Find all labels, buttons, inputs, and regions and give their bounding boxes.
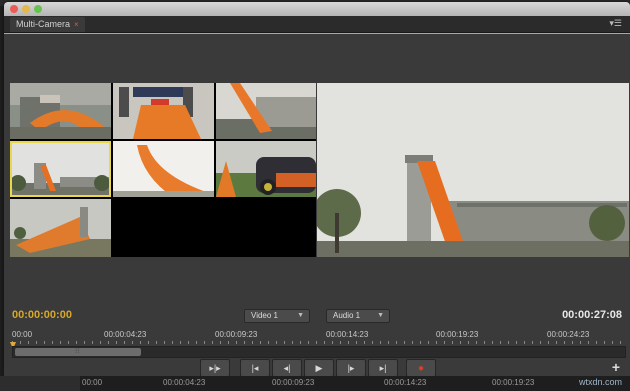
title-bar	[4, 2, 630, 16]
video-track-select[interactable]: Video 1 ▼	[244, 309, 310, 323]
camera-5-thumbnail[interactable]	[113, 141, 214, 197]
go-to-out-button[interactable]: ▸|	[368, 359, 398, 376]
ruler-ticks	[12, 341, 622, 344]
camera-5-image	[113, 141, 214, 197]
multi-camera-panel: 00:00:00:00 00:00:27:08 Video 1 ▼ Audio …	[4, 33, 630, 376]
zoom-scrollbar[interactable]: ⁝⁝	[12, 346, 626, 358]
trim-icon: ▸|▸	[209, 363, 221, 373]
timeline-tick: 00:00:19:23	[492, 378, 535, 387]
ruler-tick: 00:00:24:23	[547, 330, 590, 339]
tab-multi-camera[interactable]: Multi-Camera ×	[10, 17, 85, 32]
camera-2-thumbnail[interactable]	[113, 83, 214, 139]
grip-icon: ⁝⁝	[75, 348, 80, 355]
go-to-out-icon: ▸|	[379, 363, 387, 373]
audio-track-value: Audio 1	[333, 311, 361, 320]
record-button[interactable]: ●	[406, 359, 436, 376]
step-forward-icon: |▸	[347, 363, 355, 373]
current-timecode[interactable]: 00:00:00:00	[12, 309, 72, 321]
record-icon: ●	[417, 363, 425, 374]
camera-3-image	[216, 83, 316, 139]
play-button[interactable]: ▶	[304, 359, 334, 376]
camera-8-thumbnail[interactable]	[113, 199, 316, 257]
duration-timecode: 00:00:27:08	[562, 309, 622, 321]
timeline-tick: 00:00	[82, 378, 103, 387]
chevron-down-icon: ▼	[377, 312, 384, 319]
video-track-value: Video 1	[251, 311, 278, 320]
add-button[interactable]: +	[612, 359, 620, 375]
camera-6-image	[216, 141, 316, 197]
maximize-window-icon[interactable]	[34, 5, 42, 13]
camera-3-thumbnail[interactable]	[216, 83, 316, 139]
camera-1-image	[10, 83, 111, 139]
panel-menu-icon[interactable]: ▾☰	[609, 18, 622, 29]
camera-2-image	[113, 83, 214, 139]
tab-label: Multi-Camera	[16, 19, 71, 29]
minimize-window-icon[interactable]	[22, 5, 30, 13]
close-window-icon[interactable]	[10, 5, 18, 13]
ruler-tick: 00:00	[12, 330, 33, 339]
time-ruler[interactable]: 00:00 00:00:04:23 00:00:09:23 00:00:14:2…	[12, 330, 622, 344]
step-forward-button[interactable]: |▸	[336, 359, 366, 376]
camera-6-thumbnail[interactable]	[216, 141, 316, 197]
step-back-icon: ◂|	[283, 363, 291, 373]
timeline-tick: 00:00:09:23	[272, 378, 315, 387]
ruler-tick: 00:00:04:23	[104, 330, 147, 339]
multi-camera-window: Multi-Camera × ▾☰ 00:00:00:00 00:00:27:0…	[4, 2, 630, 376]
ruler-tick: 00:00:09:23	[215, 330, 258, 339]
camera-4-image	[10, 141, 111, 197]
camera-1-thumbnail[interactable]	[10, 83, 111, 139]
ruler-tick: 00:00:19:23	[436, 330, 479, 339]
ruler-tick: 00:00:14:23	[326, 330, 369, 339]
camera-7-thumbnail[interactable]	[10, 199, 111, 257]
program-image	[317, 83, 629, 257]
panel-tab-bar: Multi-Camera × ▾☰	[4, 16, 630, 33]
timeline-tick: 00:00:14:23	[384, 378, 427, 387]
camera-7-image	[10, 199, 111, 257]
go-to-in-icon: |◂	[251, 363, 259, 373]
trim-button[interactable]: ▸|▸	[200, 359, 230, 376]
timeline-tick: 00:00:04:23	[163, 378, 206, 387]
camera-grid	[10, 83, 316, 257]
watermark-text: wtxdn.com	[578, 377, 622, 387]
camera-4-thumbnail[interactable]	[10, 141, 111, 197]
sequence-timeline-strip: 00:00 00:00:04:23 00:00:09:23 00:00:14:2…	[0, 376, 630, 391]
audio-track-select[interactable]: Audio 1 ▼	[326, 309, 390, 323]
play-icon: ▶	[315, 363, 323, 373]
timeline-header	[0, 376, 80, 391]
program-monitor[interactable]	[317, 83, 629, 257]
tab-close-icon[interactable]: ×	[74, 20, 79, 29]
chevron-down-icon: ▼	[297, 312, 304, 319]
scroll-thumb[interactable]: ⁝⁝	[15, 348, 141, 356]
go-to-in-button[interactable]: |◂	[240, 359, 270, 376]
step-back-button[interactable]: ◂|	[272, 359, 302, 376]
